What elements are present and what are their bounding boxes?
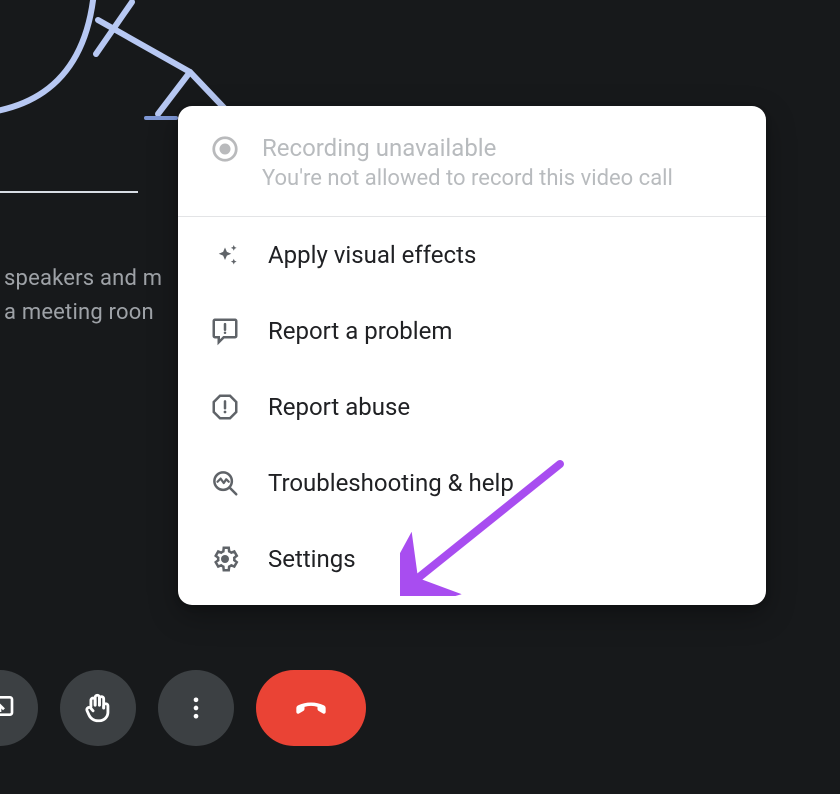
more-options-button[interactable] xyxy=(158,670,234,746)
menu-item-visual-effects[interactable]: Apply visual effects xyxy=(178,217,766,293)
background-text: speakers and m a meeting roon xyxy=(0,262,162,330)
troubleshoot-icon xyxy=(204,468,246,498)
recording-subtitle: You're not allowed to record this video … xyxy=(262,164,673,194)
menu-item-troubleshoot[interactable]: Troubleshooting & help xyxy=(178,445,766,521)
meeting-screen: speakers and m a meeting roon Recording … xyxy=(0,0,840,794)
menu-item-label: Report abuse xyxy=(246,393,410,421)
sparkle-icon xyxy=(204,240,246,270)
call-toolbar xyxy=(0,670,366,746)
more-options-menu: Recording unavailable You're not allowed… xyxy=(178,106,766,605)
menu-item-label: Report a problem xyxy=(246,317,452,345)
menu-item-settings[interactable]: Settings xyxy=(178,521,766,597)
hand-icon xyxy=(81,691,115,725)
present-icon xyxy=(0,692,16,724)
menu-item-label: Settings xyxy=(246,545,356,573)
hangup-icon xyxy=(289,686,333,730)
menu-item-report-abuse[interactable]: Report abuse xyxy=(178,369,766,445)
menu-item-label: Troubleshooting & help xyxy=(246,469,514,497)
menu-item-report-problem[interactable]: Report a problem xyxy=(178,293,766,369)
record-icon xyxy=(204,134,246,164)
feedback-icon xyxy=(204,316,246,346)
end-call-button[interactable] xyxy=(256,670,366,746)
gear-icon xyxy=(204,544,246,574)
bg-text-line: a meeting roon xyxy=(0,296,162,330)
report-abuse-icon xyxy=(204,392,246,422)
present-button[interactable] xyxy=(0,670,38,746)
menu-item-label: Apply visual effects xyxy=(246,241,476,269)
recording-title: Recording unavailable xyxy=(262,134,673,162)
more-vert-icon xyxy=(182,694,210,722)
bg-text-line: speakers and m xyxy=(0,262,162,296)
raise-hand-button[interactable] xyxy=(60,670,136,746)
menu-item-recording-disabled: Recording unavailable You're not allowed… xyxy=(178,106,766,216)
